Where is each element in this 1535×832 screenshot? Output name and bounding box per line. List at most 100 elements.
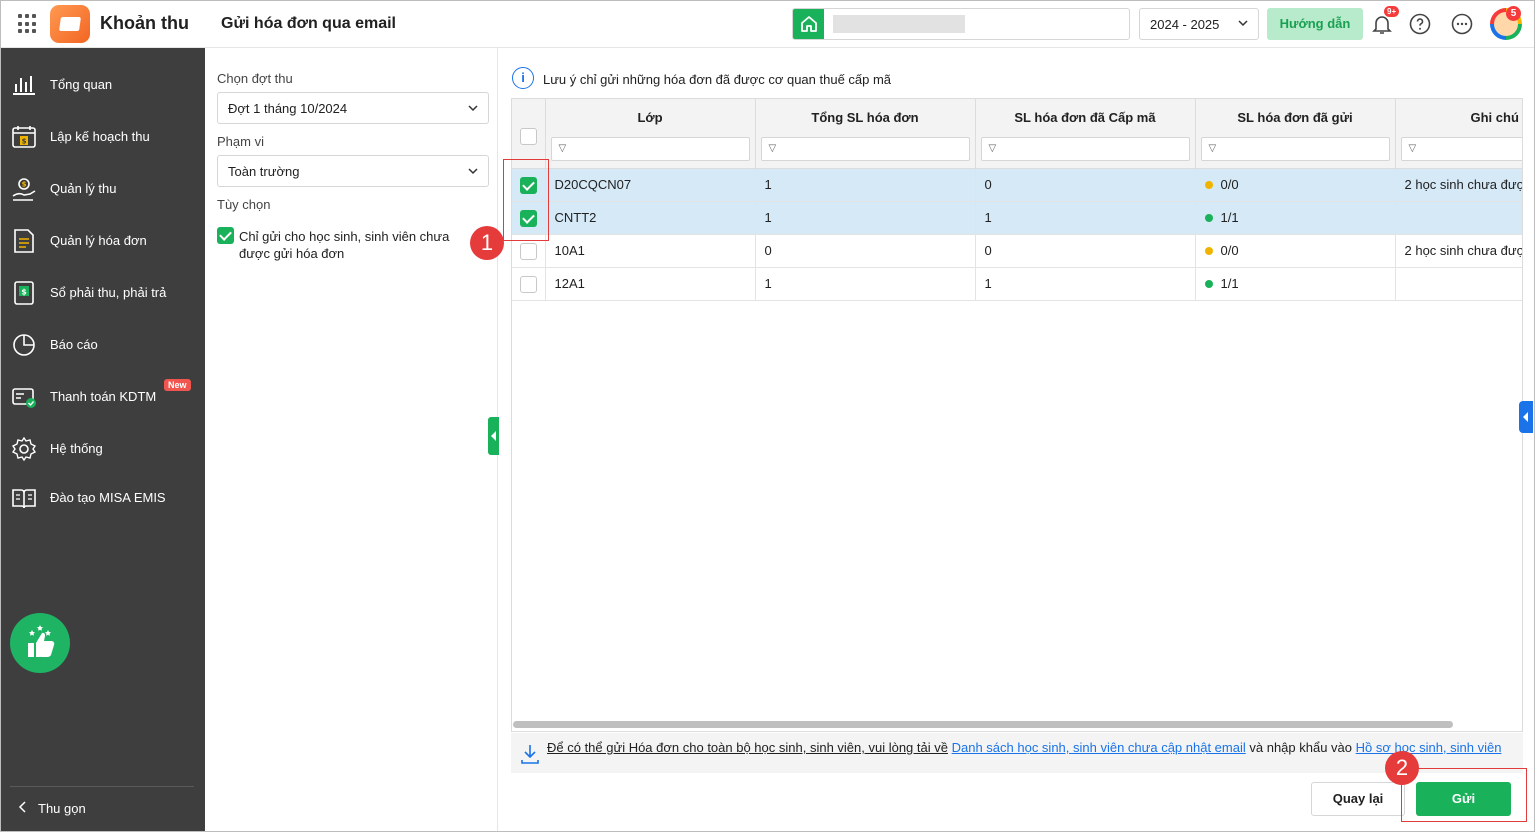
svg-text:$: $ <box>22 181 27 189</box>
ledger-icon: $ <box>14 281 34 305</box>
total-invoices-cell: 0 <box>755 234 976 268</box>
column-header-label: SL hóa đơn đã Cấp mã <box>1014 110 1156 125</box>
sidebar-item-plan[interactable]: $ Lập kế hoạch thu <box>0 116 205 156</box>
chevron-left-icon <box>18 801 26 813</box>
send-button[interactable]: Gửi <box>1416 782 1511 816</box>
scope-label: Phạm vi <box>217 134 264 149</box>
app-grid-icon[interactable] <box>18 14 38 34</box>
select-all-checkbox[interactable] <box>520 128 537 145</box>
row-checkbox-cell <box>512 267 546 301</box>
issued-invoices-cell: 1 <box>975 201 1196 235</box>
download-list-link[interactable]: Danh sách học sinh, sinh viên chưa cập n… <box>952 740 1246 755</box>
row-checkbox[interactable] <box>520 275 537 293</box>
student-profile-link[interactable]: Hồ sơ học sinh, sinh viên <box>1356 740 1502 755</box>
class-cell: 12A1 <box>545 267 756 301</box>
row-checkbox[interactable] <box>520 209 537 227</box>
chevron-down-icon <box>468 105 478 112</box>
column-filter-input[interactable]: ▽ <box>1400 137 1522 161</box>
sidebar-item-label: Quản lý hóa đơn <box>50 233 147 248</box>
column-header-label: Ghi chú <box>1470 110 1519 125</box>
book-icon <box>12 489 36 509</box>
period-select[interactable]: Đợt 1 tháng 10/2024 <box>217 92 489 124</box>
download-hint-text: Để có thể gửi Hóa đơn cho toàn bộ học si… <box>547 739 1522 757</box>
sent-invoices-cell: 1/1 <box>1195 267 1396 301</box>
row-checkbox-cell <box>512 234 546 268</box>
column-filter-input[interactable]: ▽ <box>550 137 750 161</box>
sent-invoices-value: 1/1 <box>1220 276 1239 291</box>
sidebar-item-label: Lập kế hoạch thu <box>50 129 150 144</box>
column-header-label: Tổng SL hóa đơn <box>811 110 919 125</box>
scope-select[interactable]: Toàn trường <box>217 155 489 187</box>
column-filter-input[interactable]: ▽ <box>980 137 1190 161</box>
school-name-redacted <box>833 15 965 33</box>
filter-icon: ▽ <box>768 143 777 154</box>
status-dot-icon <box>1204 280 1213 288</box>
new-badge: New <box>164 379 191 391</box>
payment-icon <box>12 388 36 408</box>
back-button[interactable]: Quay lại <box>1311 782 1405 816</box>
sidebar: Tổng quan $ Lập kế hoạch thu $ Quản lý t… <box>0 48 205 832</box>
home-icon[interactable] <box>793 9 824 39</box>
download-icon <box>521 745 539 764</box>
table-header: Lớp ▽ Tổng SL hóa đơn ▽ SL hóa đơn đã Cấp … <box>512 99 1522 169</box>
table-row[interactable]: D20CQCN07 1 0 0/0 2 học sinh chưa được <box>512 168 1522 202</box>
dashboard-icon <box>13 76 35 95</box>
help-icon[interactable] <box>1408 12 1432 36</box>
class-cell: CNTT2 <box>545 201 756 235</box>
download-hint-bar: Để có thể gửi Hóa đơn cho toàn bộ học si… <box>511 733 1523 773</box>
sidebar-item-system[interactable]: Hệ thống <box>0 428 205 468</box>
collapse-label: Thu gọn <box>38 801 86 816</box>
filter-icon: ▽ <box>988 143 997 154</box>
sent-invoices-value: 0/0 <box>1220 177 1239 192</box>
guide-button[interactable]: Hướng dẫn <box>1267 8 1363 40</box>
issued-invoices-cell: 0 <box>975 234 1196 268</box>
status-dot-icon <box>1204 181 1213 189</box>
table-row[interactable]: 12A1 1 1 1/1 <box>512 267 1522 301</box>
annotation-step-1: 1 <box>470 226 504 260</box>
options-label: Tùy chọn <box>217 197 271 212</box>
right-panel-toggle[interactable] <box>1519 401 1533 433</box>
sidebar-item-reports[interactable]: Báo cáo <box>0 324 205 364</box>
row-checkbox-cell <box>512 168 546 202</box>
select-all-cell <box>512 99 546 169</box>
panel-collapse-toggle[interactable] <box>488 417 499 455</box>
issued-invoices-cell: 1 <box>975 267 1196 301</box>
svg-text:$: $ <box>22 138 27 146</box>
issued-invoices-cell: 0 <box>975 168 1196 202</box>
notification-badge: 9+ <box>1384 6 1400 17</box>
sidebar-item-invoices[interactable]: Quản lý hóa đơn <box>0 220 205 260</box>
row-checkbox-cell <box>512 201 546 235</box>
app-logo-icon <box>50 5 90 43</box>
chevron-down-icon <box>1238 20 1248 27</box>
table-row[interactable]: CNTT2 1 1 1/1 <box>512 201 1522 235</box>
school-year-select[interactable]: 2024 - 2025 <box>1139 8 1259 40</box>
unsent-only-label: Chỉ gửi cho học sinh, sinh viên chưa đượ… <box>239 229 450 261</box>
sidebar-item-training[interactable]: Đào tạo MISA EMIS <box>0 477 205 517</box>
sidebar-item-label: Hệ thống <box>50 441 103 456</box>
table-row[interactable]: 10A1 0 0 0/0 2 học sinh chưa được <box>512 234 1522 268</box>
sidebar-item-collection[interactable]: $ Quản lý thu <box>0 168 205 208</box>
column-filter-input[interactable]: ▽ <box>760 137 970 161</box>
sidebar-item-ledger[interactable]: $ Sổ phải thu, phải trả <box>0 272 205 312</box>
feedback-thumbs-up-button[interactable] <box>10 613 70 673</box>
school-selector[interactable] <box>792 8 1130 40</box>
sidebar-item-label: Quản lý thu <box>50 181 117 196</box>
unsent-only-checkbox[interactable] <box>217 227 234 244</box>
horizontal-scrollbar[interactable] <box>513 721 1453 728</box>
column-header: SL hóa đơn đã Cấp mã ▽ <box>975 99 1196 169</box>
column-header-label: SL hóa đơn đã gửi <box>1237 110 1353 125</box>
calendar-money-icon: $ <box>12 126 36 148</box>
top-bar: Khoản thu Gửi hóa đơn qua email 2024 - 2… <box>0 0 1535 48</box>
sidebar-item-overview[interactable]: Tổng quan <box>0 64 205 104</box>
column-filter-input[interactable]: ▽ <box>1200 137 1390 161</box>
notice-text: Lưu ý chỉ gửi những hóa đơn đã được cơ q… <box>543 72 892 87</box>
column-header: SL hóa đơn đã gửi ▽ <box>1195 99 1396 169</box>
filter-icon: ▽ <box>1208 143 1217 154</box>
row-checkbox[interactable] <box>520 242 537 260</box>
collapse-sidebar-button[interactable]: Thu gọn <box>18 801 86 816</box>
more-icon[interactable] <box>1450 12 1474 36</box>
sidebar-item-label: Thanh toán KDTM <box>50 389 157 404</box>
sent-invoices-cell: 0/0 <box>1195 168 1396 202</box>
row-checkbox[interactable] <box>520 176 537 194</box>
chevron-down-icon <box>468 168 478 175</box>
